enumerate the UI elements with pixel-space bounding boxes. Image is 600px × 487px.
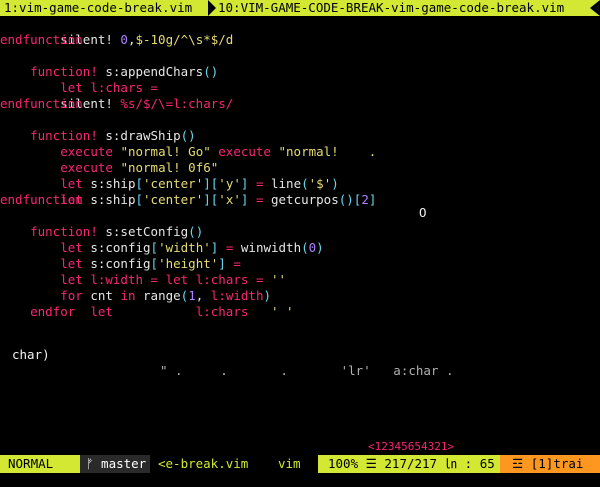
- column-icon: ㏑: [444, 456, 458, 471]
- cursor-position: 100% ☰ 217/217 ㏑ : 65: [318, 455, 500, 473]
- code-line: for cnt in range(1, l:width): [30, 288, 272, 303]
- warning-section: ☲ [1]trai: [500, 455, 600, 473]
- code-line: endfor: [0, 304, 76, 319]
- file-type: vim: [270, 455, 310, 473]
- lines-icon: ☰: [365, 456, 377, 471]
- mode-indicator: NORMAL: [0, 455, 80, 473]
- code-line: execute "normal! 0f6": [30, 160, 219, 175]
- git-branch-icon: ᚠ: [86, 456, 94, 471]
- code-line: let s:config['width'] = winwidth(0): [30, 240, 324, 255]
- column-position: : 65: [464, 456, 495, 471]
- percent: 100%: [328, 456, 359, 471]
- branch-name: master: [101, 456, 147, 471]
- git-branch: ᚠ master: [80, 455, 150, 473]
- code-line: let l:chars ' ': [30, 304, 294, 319]
- code-line: endfunction: [0, 32, 83, 47]
- file-name: <e-break.vim: [150, 455, 270, 473]
- warning-text: [1]trai: [530, 456, 584, 471]
- tabline: 1:vim-game-code-break.vim 10:VIM-GAME-CO…: [0, 0, 600, 16]
- code-line: let s:ship['center']['x'] = getcurpos()[…: [30, 192, 377, 207]
- floating-text-ghost: " . . . 'lr' a:char .: [160, 363, 454, 378]
- code-line: function! s:setConfig(): [30, 224, 204, 239]
- code-line: let l:chars =: [30, 80, 159, 95]
- statusline: NORMAL ᚠ master <e-break.vim vim 100% ☰ …: [0, 455, 600, 473]
- tab-1[interactable]: 1:vim-game-code-break.vim: [4, 0, 192, 16]
- ball: O: [419, 205, 427, 220]
- tab-10[interactable]: 10:VIM-GAME-CODE-BREAK-vim-game-code-bre…: [218, 0, 564, 16]
- code-line: endfunction: [0, 192, 83, 207]
- line-position: 217/217: [384, 456, 438, 471]
- code-line: silent! 0,$-10g/^\s*$/d: [30, 32, 234, 47]
- code-line: let s:ship['center']['y'] = line('$'): [30, 176, 339, 191]
- code-line: let s:config['height'] =: [30, 256, 241, 271]
- code-line: function! s:appendChars(): [30, 64, 219, 79]
- tabline-end: [590, 0, 600, 16]
- code-line: endfunction: [0, 96, 83, 111]
- code-line: let l:width = let l:chars = '': [30, 272, 287, 287]
- command-line[interactable]: [0, 473, 600, 487]
- code-line: silent! %s/$/\=l:chars/: [30, 96, 234, 111]
- warning-icon: ☲: [512, 456, 524, 471]
- tab-separator: [208, 0, 216, 16]
- ship-indicator: <12345654321>: [368, 440, 455, 453]
- floating-text-char: char): [12, 347, 50, 362]
- code-line: function! s:drawShip(): [30, 128, 196, 143]
- code-line: execute "normal! Go" execute "normal! .: [30, 144, 377, 159]
